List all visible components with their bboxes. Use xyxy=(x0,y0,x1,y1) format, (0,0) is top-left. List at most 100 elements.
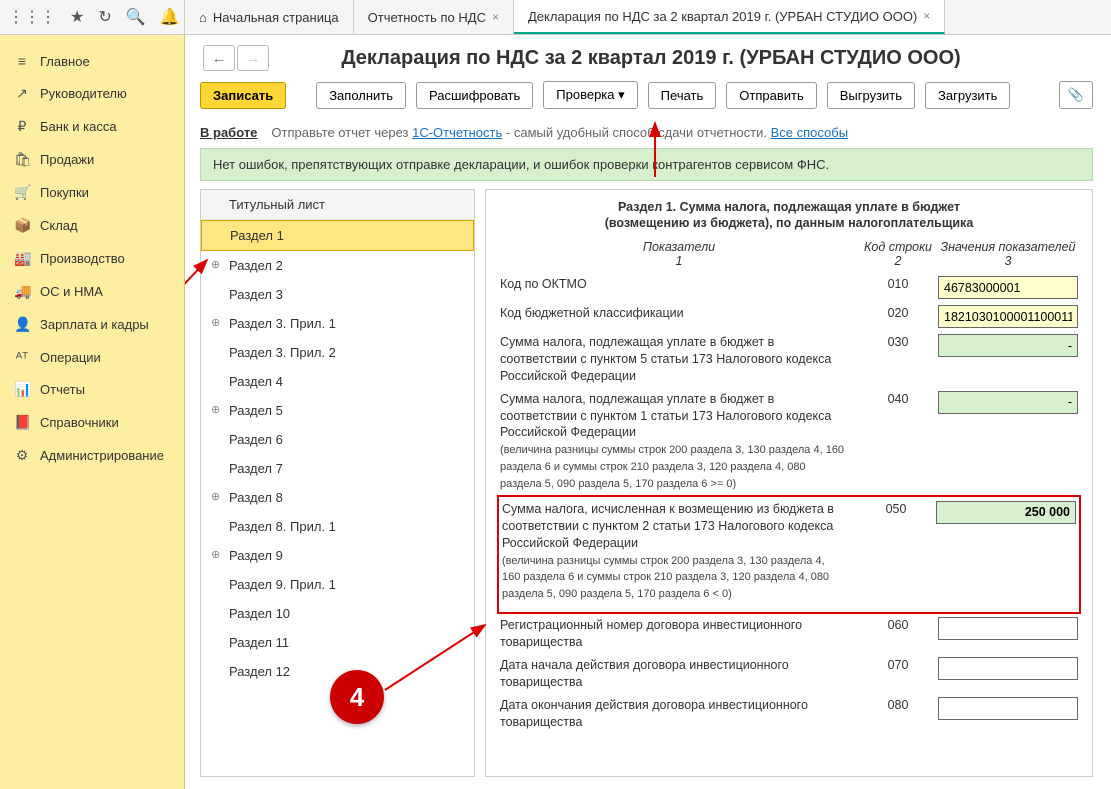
row-code: 080 xyxy=(858,697,938,712)
link-all[interactable]: Все способы xyxy=(771,125,848,140)
import-button[interactable]: Загрузить xyxy=(925,82,1010,109)
bell-icon[interactable]: 🔔 xyxy=(160,7,180,27)
sidebar-label: ОС и НМА xyxy=(40,284,103,299)
sidebar-label: Руководителю xyxy=(40,86,127,101)
sidebar-item[interactable]: 🛒Покупки xyxy=(0,176,184,209)
form-row: Код бюджетной классификации020 xyxy=(500,305,1078,328)
search-icon[interactable]: 🔍 xyxy=(126,7,146,27)
sidebar-item[interactable]: 🛍Продажи xyxy=(0,143,184,176)
sidebar-item[interactable]: 🚚ОС и НМА xyxy=(0,275,184,308)
toc-item[interactable]: Раздел 6 xyxy=(201,425,474,454)
toc-item[interactable]: Раздел 11 xyxy=(201,628,474,657)
toc-item[interactable]: Раздел 8. Прил. 1 xyxy=(201,512,474,541)
toc-item[interactable]: Раздел 1 xyxy=(201,220,474,251)
toc-item[interactable]: ⊕ Раздел 5 xyxy=(201,396,474,425)
sidebar-item[interactable]: 📕Справочники xyxy=(0,406,184,439)
info-bar: Нет ошибок, препятствующих отправке декл… xyxy=(200,148,1093,181)
sidebar-item[interactable]: 🏭Производство xyxy=(0,242,184,275)
sidebar-item[interactable]: ᴬᵀОперации xyxy=(0,341,184,373)
toc-item[interactable]: Раздел 3 xyxy=(201,280,474,309)
value-input[interactable] xyxy=(938,657,1078,680)
value-input[interactable] xyxy=(938,334,1078,357)
toc-label: Раздел 9 xyxy=(229,548,283,563)
close-icon[interactable]: × xyxy=(492,10,499,24)
row-code: 020 xyxy=(858,305,938,320)
sidebar-label: Зарплата и кадры xyxy=(40,317,149,332)
value-input[interactable] xyxy=(938,617,1078,640)
sidebar-icon: 👤 xyxy=(14,316,30,333)
toc-item[interactable]: Раздел 10 xyxy=(201,599,474,628)
top-toolbar: ⋮⋮⋮ ★ ↻ 🔍 🔔 ⌂Начальная страницаОтчетност… xyxy=(0,0,1111,35)
send-button[interactable]: Отправить xyxy=(726,82,816,109)
toc-item[interactable]: ⊕Раздел 3. Прил. 1 xyxy=(201,309,474,338)
history-icon[interactable]: ↻ xyxy=(98,7,111,27)
sidebar-item[interactable]: 📊Отчеты xyxy=(0,373,184,406)
expand-icon[interactable]: ⊕ xyxy=(211,548,220,561)
header-row: ← → Декларация по НДС за 2 квартал 2019 … xyxy=(185,35,1111,77)
sidebar-icon: 📦 xyxy=(14,217,30,234)
expand-icon[interactable]: ⊕ xyxy=(211,316,220,329)
fill-button[interactable]: Заполнить xyxy=(316,82,406,109)
toc-label: Раздел 6 xyxy=(229,432,283,447)
apps-icon[interactable]: ⋮⋮⋮ xyxy=(8,7,56,27)
sidebar-item[interactable]: 👤 Зарплата и кадры xyxy=(0,308,184,341)
toc-item[interactable]: Раздел 4 xyxy=(201,367,474,396)
tab[interactable]: Декларация по НДС за 2 квартал 2019 г. (… xyxy=(514,0,945,34)
toc-label: Раздел 3. Прил. 2 xyxy=(229,345,336,360)
chevron-down-icon: ▾ xyxy=(618,87,625,102)
back-button[interactable]: ← xyxy=(203,45,235,71)
attach-button[interactable]: 📎 xyxy=(1059,81,1093,109)
close-icon[interactable]: × xyxy=(923,9,930,23)
sidebar-icon: ₽ xyxy=(14,118,30,135)
form-row: Сумма налога, подлежащая уплате в бюджет… xyxy=(500,334,1078,385)
value-input[interactable] xyxy=(938,305,1078,328)
sidebar-item[interactable]: ↗ Руководителю xyxy=(0,77,184,110)
decode-button[interactable]: Расшифровать xyxy=(416,82,533,109)
sidebar-icon: 📊 xyxy=(14,381,30,398)
star-icon[interactable]: ★ xyxy=(70,7,84,27)
sidebar-icon: 🛍 xyxy=(14,151,30,168)
status-link[interactable]: В работе xyxy=(200,125,257,140)
toc-label: Раздел 4 xyxy=(229,374,283,389)
sidebar-icon: ⚙ xyxy=(14,447,30,464)
toc-label: Раздел 8 xyxy=(229,490,283,505)
save-button[interactable]: Записать xyxy=(200,82,286,109)
sidebar-item[interactable]: ≡Главное xyxy=(0,45,184,77)
sidebar-item[interactable]: ⚙Администрирование xyxy=(0,439,184,472)
toc-item[interactable]: Титульный лист xyxy=(201,190,474,220)
row-code: 050 xyxy=(856,501,936,516)
form: Раздел 1. Сумма налога, подлежащая уплат… xyxy=(485,189,1093,777)
toc-item[interactable]: Раздел 9. Прил. 1 xyxy=(201,570,474,599)
expand-icon[interactable]: ⊕ xyxy=(211,490,220,503)
sidebar-icon: ↗ xyxy=(14,85,30,102)
sidebar-item[interactable]: 📦Склад xyxy=(0,209,184,242)
value-input[interactable] xyxy=(938,697,1078,720)
export-button[interactable]: Выгрузить xyxy=(827,82,915,109)
row-code: 070 xyxy=(858,657,938,672)
tab-label: Отчетность по НДС xyxy=(368,10,486,25)
value-input[interactable] xyxy=(938,391,1078,414)
toc-label: Титульный лист xyxy=(229,197,325,212)
row-label: Дата начала действия договора инвестицио… xyxy=(500,657,858,691)
tab[interactable]: ⌂Начальная страница xyxy=(185,0,354,34)
forward-button[interactable]: → xyxy=(237,45,269,71)
toc-item[interactable]: Раздел 3. Прил. 2 xyxy=(201,338,474,367)
value-input[interactable] xyxy=(936,501,1076,524)
value-input[interactable] xyxy=(938,276,1078,299)
row-code: 040 xyxy=(858,391,938,406)
tab[interactable]: Отчетность по НДС × xyxy=(354,0,514,34)
print-button[interactable]: Печать xyxy=(648,82,717,109)
link-1c[interactable]: 1С-Отчетность xyxy=(412,125,502,140)
toc-item[interactable]: ⊕ Раздел 8 xyxy=(201,483,474,512)
sidebar-label: Главное xyxy=(40,54,90,69)
expand-icon[interactable]: ⊕ xyxy=(211,258,220,271)
check-button[interactable]: Проверка ▾ xyxy=(543,81,637,109)
toc-item[interactable]: ⊕Раздел 2 xyxy=(201,251,474,280)
toc-label: Раздел 5 xyxy=(229,403,283,418)
sidebar-item[interactable]: ₽Банк и касса xyxy=(0,110,184,143)
toc-item[interactable]: Раздел 7 xyxy=(201,454,474,483)
sidebar-label: Справочники xyxy=(40,415,119,430)
button-row: Записать Заполнить Расшифровать Проверка… xyxy=(185,77,1111,119)
toc-item[interactable]: ⊕ Раздел 9 xyxy=(201,541,474,570)
expand-icon[interactable]: ⊕ xyxy=(211,403,220,416)
